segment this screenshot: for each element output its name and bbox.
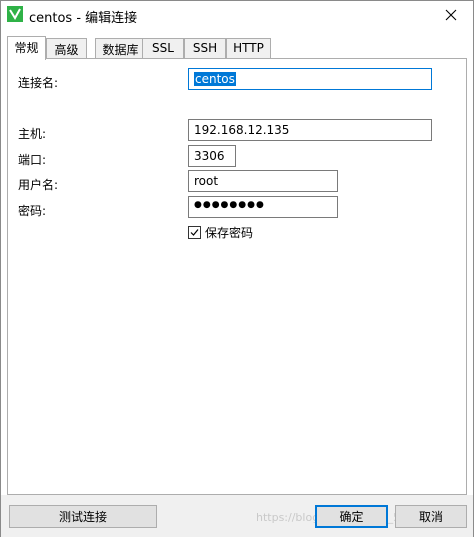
tab-advanced[interactable]: 高级 [46, 38, 87, 59]
edit-connection-dialog: centos - 编辑连接 常规 高级 数据库 SSL SSH HTTP 连接名… [0, 0, 474, 537]
dialog-footer: 测试连接 https://blog.csdn.net/qq_50757745 确… [1, 495, 473, 537]
host-input[interactable]: 192.168.12.135 [188, 119, 432, 141]
checkmark-icon [190, 228, 199, 236]
close-icon [445, 9, 457, 21]
username-input[interactable]: root [188, 170, 338, 192]
tab-http[interactable]: HTTP [226, 38, 271, 59]
username-label: 用户名: [18, 178, 59, 192]
password-input[interactable]: ●●●●●●●● [188, 196, 338, 218]
cancel-button[interactable]: 取消 [395, 505, 467, 528]
tab-general[interactable]: 常规 [7, 36, 46, 60]
port-input[interactable]: 3306 [188, 145, 236, 167]
ok-button[interactable]: 确定 [315, 505, 388, 528]
connection-name-value: centos [194, 72, 236, 86]
close-button[interactable] [433, 3, 469, 27]
tab-database[interactable]: 数据库 [95, 38, 146, 59]
test-connection-button[interactable]: 测试连接 [9, 505, 157, 528]
window-title: centos - 编辑连接 [29, 11, 138, 26]
tab-ssl[interactable]: SSL [142, 38, 184, 59]
save-password-option[interactable]: 保存密码 [188, 224, 253, 240]
port-label: 端口: [18, 153, 47, 167]
password-label: 密码: [18, 204, 47, 218]
tab-ssh[interactable]: SSH [184, 38, 226, 59]
host-label: 主机: [18, 127, 47, 141]
connection-name-input[interactable]: centos [188, 68, 432, 90]
general-panel: 连接名: centos 主机: 192.168.12.135 端口: 3306 … [7, 58, 467, 495]
save-password-label: 保存密码 [205, 225, 254, 240]
connection-name-label: 连接名: [18, 76, 59, 90]
title-bar: centos - 编辑连接 [1, 1, 473, 31]
navicat-icon [7, 6, 23, 22]
save-password-checkbox[interactable] [188, 225, 201, 239]
